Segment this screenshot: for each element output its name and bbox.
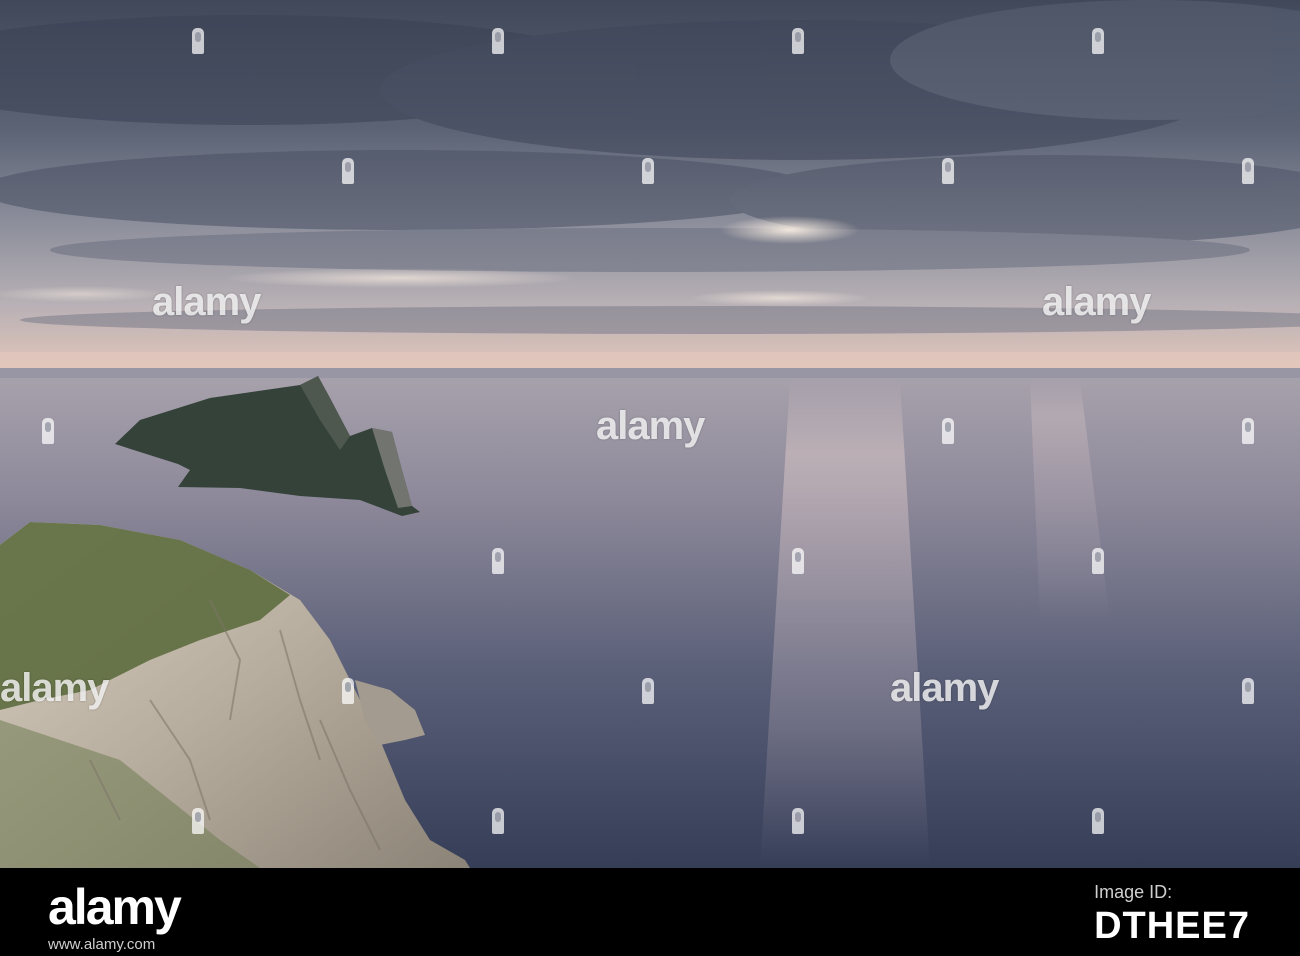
site-url: www.alamy.com	[48, 936, 156, 953]
watermark-mark-icon	[1242, 678, 1254, 704]
watermark-mark-icon	[342, 678, 354, 704]
watermark-mark-icon	[942, 158, 954, 184]
brand-logo: alamy	[48, 879, 182, 935]
watermark-mark-icon	[492, 808, 504, 834]
watermark-mark-icon	[492, 28, 504, 54]
image-id-value: DTHEE7	[1094, 905, 1250, 947]
watermark-text: alamy	[596, 404, 705, 448]
watermark-mark-icon	[792, 548, 804, 574]
watermark-mark-icon	[792, 808, 804, 834]
watermark-mark-icon	[192, 808, 204, 834]
image-id-label: Image ID:	[1094, 882, 1173, 902]
watermark-mark-icon	[1092, 808, 1104, 834]
watermark-mark-icon	[1242, 158, 1254, 184]
watermark-mark-icon	[942, 418, 954, 444]
watermark-text: alamy	[152, 280, 261, 324]
landscape-photo: alamy alamy alamy alamy alamy	[0, 0, 1300, 868]
watermark-mark-icon	[642, 678, 654, 704]
watermark-mark-icon	[42, 418, 54, 444]
watermark-mark-icon	[1092, 548, 1104, 574]
watermark-mark-icon	[192, 28, 204, 54]
watermark-mark-icon	[1242, 418, 1254, 444]
watermark-mark-icon	[642, 158, 654, 184]
watermark-mark-icon	[1092, 28, 1104, 54]
image-id-block: Image ID: DTHEE7	[1094, 882, 1250, 948]
watermark-text: alamy	[0, 666, 109, 710]
watermark-text: alamy	[1042, 280, 1151, 324]
watermark-mark-icon	[342, 158, 354, 184]
photo-frame: alamy alamy alamy alamy alamy alamy www.…	[0, 0, 1300, 956]
watermark-text: alamy	[890, 666, 999, 710]
watermark-mark-icon	[492, 548, 504, 574]
watermark-mark-icon	[792, 28, 804, 54]
footer-bar: alamy www.alamy.com Image ID: DTHEE7	[0, 868, 1300, 956]
